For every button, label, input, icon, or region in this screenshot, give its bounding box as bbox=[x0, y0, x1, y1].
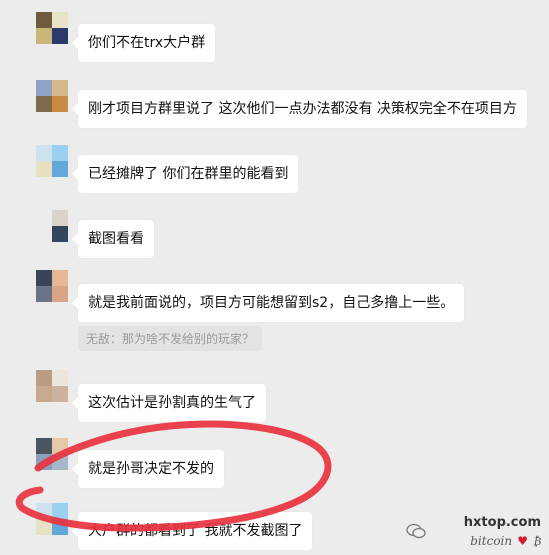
message-bubble[interactable]: 刚才项目方群里说了 这次他们一点办法都没有 决策权完全不在项目方 bbox=[72, 90, 527, 128]
message-bubble[interactable]: 已经摊牌了 你们在群里的能看到 bbox=[71, 155, 299, 193]
avatar[interactable] bbox=[36, 270, 68, 302]
bitcoin-icon: ₿ bbox=[533, 534, 541, 548]
message-bubble[interactable]: 截图看看 bbox=[72, 220, 154, 258]
watermark-site: hxtop.com bbox=[463, 515, 541, 530]
message-bubble[interactable]: 这次估计是孙割真的生气了 bbox=[72, 384, 266, 422]
heart-icon: ♥ bbox=[517, 534, 528, 548]
avatar[interactable] bbox=[36, 503, 68, 535]
watermark: hxtop.com bitcoin ♥ ₿ bbox=[406, 515, 541, 549]
message-bubble[interactable]: 就是我前面说的，项目方可能想留到s2，自己多撸上一些。 bbox=[71, 284, 465, 322]
avatar[interactable] bbox=[36, 145, 68, 177]
message-bubble[interactable]: 大户群的都看到了 我就不发截图了 bbox=[71, 512, 313, 550]
avatar[interactable] bbox=[36, 12, 68, 44]
avatar[interactable] bbox=[36, 438, 68, 470]
avatar[interactable] bbox=[36, 80, 68, 112]
message-bubble[interactable]: 你们不在trx大户群 bbox=[71, 24, 216, 62]
message-bubble[interactable]: 就是孙哥决定不发的 bbox=[72, 450, 224, 488]
quoted-reply[interactable]: 无敌：那为啥不发给别的玩家？ bbox=[78, 326, 263, 351]
avatar[interactable] bbox=[36, 210, 68, 242]
watermark-brand: bitcoin bbox=[470, 534, 513, 548]
avatar[interactable] bbox=[36, 370, 68, 402]
wechat-icon bbox=[406, 523, 426, 539]
